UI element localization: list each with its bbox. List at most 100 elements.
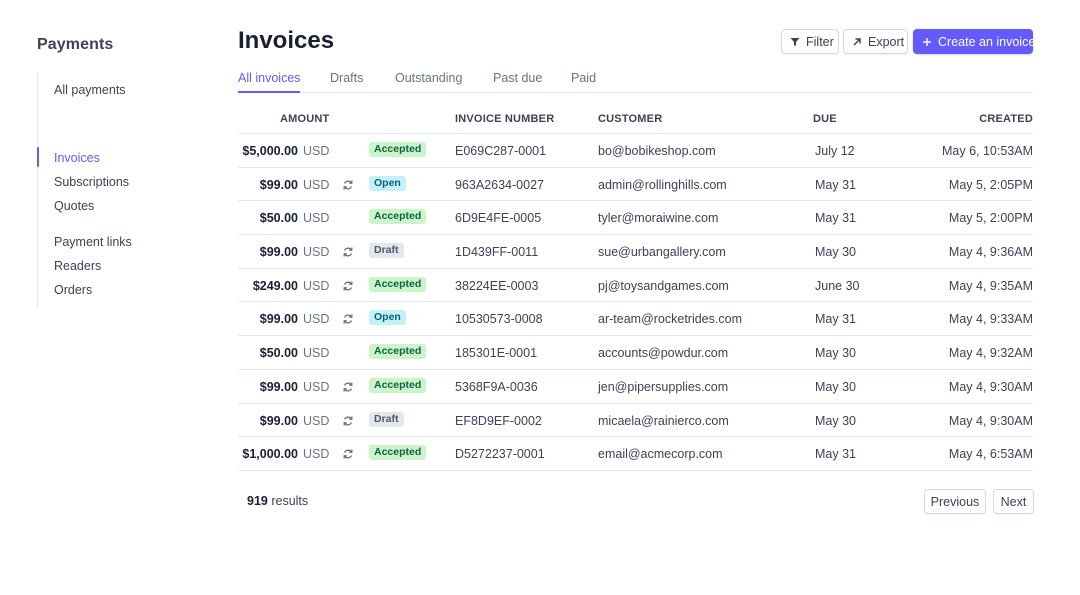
tab-paid[interactable]: Paid xyxy=(571,71,596,85)
created-date: May 5, 2:05PM xyxy=(948,177,1033,192)
tab-all-invoices[interactable]: All invoices xyxy=(238,71,301,85)
due-date: May 30 xyxy=(815,413,856,428)
status-badge: Accepted xyxy=(369,445,427,461)
currency: USD xyxy=(303,379,330,394)
filter-button-label: Filter xyxy=(806,34,834,49)
invoice-number: 963A2634-0027 xyxy=(455,177,544,192)
table-row[interactable]: $99.00 USD Open 963A2634-0027 admin@rollingh… xyxy=(238,168,1033,202)
table-row[interactable]: $1,000.00 USD Accepted D5272237-0001 email@a… xyxy=(238,437,1033,471)
customer-email: email@acmecorp.com xyxy=(598,447,723,462)
sidebar: Payments All payments Invoices Subscript… xyxy=(37,36,197,308)
created-date: May 4, 9:32AM xyxy=(948,346,1033,361)
table-row[interactable]: $50.00 USD Accepted 185301E-0001 accounts@po… xyxy=(238,336,1033,370)
invoice-number: E069C287-0001 xyxy=(455,144,547,158)
sidebar-item-all-payments[interactable]: All payments xyxy=(54,83,126,97)
amount: $99.00 xyxy=(259,245,298,260)
table-row[interactable]: $99.00 USD Draft 1D439FF-0011 sue@urbangalle… xyxy=(238,235,1033,269)
active-tab-underline xyxy=(238,91,300,93)
due-date: July 12 xyxy=(815,144,855,158)
sidebar-item-invoices[interactable]: Invoices xyxy=(54,151,100,165)
amount: $50.00 xyxy=(259,346,298,361)
customer-email: ar-team@rocketrides.com xyxy=(598,312,742,327)
invoices-table: AMOUNT INVOICE NUMBER CUSTOMER DUE CREAT… xyxy=(238,100,1033,471)
amount: $249.00 xyxy=(252,278,298,293)
due-date: May 30 xyxy=(815,245,856,260)
sidebar-title: Payments xyxy=(37,36,114,53)
currency: USD xyxy=(303,177,330,192)
plus-icon xyxy=(923,37,931,46)
table-row[interactable]: $99.00 USD Accepted 5368F9A-0036 jen@pipersu… xyxy=(238,370,1033,404)
amount: $5,000.00 xyxy=(242,144,298,158)
customer-email: tyler@moraiwine.com xyxy=(598,211,719,226)
currency: USD xyxy=(303,346,330,361)
recurring-icon xyxy=(342,279,356,293)
due-date: May 31 xyxy=(815,177,856,192)
invoice-number: 6D9E4FE-0005 xyxy=(455,211,542,226)
due-date: May 30 xyxy=(815,346,856,361)
invoice-number: 10530573-0008 xyxy=(455,312,543,327)
invoice-number: 38224EE-0003 xyxy=(455,278,539,293)
next-page-button[interactable]: Next xyxy=(993,489,1034,514)
customer-email: sue@urbangallery.com xyxy=(598,245,726,260)
export-button-label: Export xyxy=(868,34,905,49)
due-date: May 31 xyxy=(815,211,856,226)
tab-past-due[interactable]: Past due xyxy=(493,71,542,85)
amount: $99.00 xyxy=(259,312,298,327)
currency: USD xyxy=(303,278,330,293)
arrow-up-right-icon xyxy=(853,37,861,45)
due-date: May 31 xyxy=(815,312,856,327)
status-badge: Accepted xyxy=(369,209,427,225)
due-date: May 30 xyxy=(815,379,856,394)
recurring-icon xyxy=(342,312,356,326)
created-date: May 4, 9:33AM xyxy=(948,312,1033,327)
table-row[interactable]: $249.00 USD Accepted 38224EE-0003 pj@toysand… xyxy=(238,269,1033,303)
status-badge: Draft xyxy=(369,243,404,259)
page-title: Invoices xyxy=(238,27,335,54)
column-header-created[interactable]: CREATED xyxy=(979,113,1033,125)
sidebar-item-readers[interactable]: Readers xyxy=(54,259,101,273)
sidebar-item-payment-links[interactable]: Payment links xyxy=(54,235,132,249)
invoice-number: EF8D9EF-0002 xyxy=(455,413,542,428)
status-badge: Accepted xyxy=(369,377,427,393)
filter-button[interactable]: Filter xyxy=(781,29,839,54)
sidebar-item-quotes[interactable]: Quotes xyxy=(54,199,94,213)
results-number: 919 xyxy=(247,494,268,508)
column-header-customer[interactable]: CUSTOMER xyxy=(598,113,662,125)
previous-page-button[interactable]: Previous xyxy=(924,489,986,514)
amount: $99.00 xyxy=(259,177,298,192)
due-date: May 31 xyxy=(815,447,856,462)
status-badge: Open xyxy=(369,175,406,191)
tab-drafts[interactable]: Drafts xyxy=(330,71,363,85)
invoice-number: 5368F9A-0036 xyxy=(455,379,538,394)
recurring-icon xyxy=(342,380,356,394)
column-header-amount[interactable]: AMOUNT xyxy=(280,113,329,125)
currency: USD xyxy=(303,447,330,462)
invoice-tabs: All invoices Drafts Outstanding Past due… xyxy=(238,71,1033,93)
sidebar-item-orders[interactable]: Orders xyxy=(54,283,92,297)
results-count: 919 results xyxy=(247,494,308,508)
created-date: May 4, 9:35AM xyxy=(948,278,1033,293)
invoice-number: 185301E-0001 xyxy=(455,346,538,361)
created-date: May 4, 9:36AM xyxy=(948,245,1033,260)
column-header-due[interactable]: DUE xyxy=(813,113,837,125)
sidebar-item-subscriptions[interactable]: Subscriptions xyxy=(54,175,129,189)
currency: USD xyxy=(303,413,330,428)
status-badge: Open xyxy=(369,310,406,326)
table-row[interactable]: $5,000.00 USD Accepted E069C287-0001 bo@bobi… xyxy=(238,134,1033,168)
created-date: May 4, 9:30AM xyxy=(948,379,1033,394)
created-date: May 4, 6:53AM xyxy=(948,447,1033,462)
create-invoice-button[interactable]: Create an invoice xyxy=(913,29,1035,54)
table-row[interactable]: $99.00 USD Draft EF8D9EF-0002 micaela@rainie… xyxy=(238,404,1033,438)
invoice-number: 1D439FF-0011 xyxy=(455,245,539,260)
table-row[interactable]: $50.00 USD Accepted 6D9E4FE-0005 tyler@morai… xyxy=(238,201,1033,236)
results-label: results xyxy=(271,494,309,508)
status-badge: Accepted xyxy=(369,344,427,360)
table-row[interactable]: $99.00 USD Open 10530573-0008 ar-team@rocket… xyxy=(238,302,1033,337)
export-button[interactable]: Export xyxy=(843,29,908,54)
tab-outstanding[interactable]: Outstanding xyxy=(395,71,462,85)
column-header-invoice-number[interactable]: INVOICE NUMBER xyxy=(455,113,554,125)
status-badge: Accepted xyxy=(369,142,427,157)
recurring-icon xyxy=(342,245,356,259)
recurring-icon xyxy=(342,447,356,461)
created-date: May 6, 10:53AM xyxy=(941,144,1033,158)
